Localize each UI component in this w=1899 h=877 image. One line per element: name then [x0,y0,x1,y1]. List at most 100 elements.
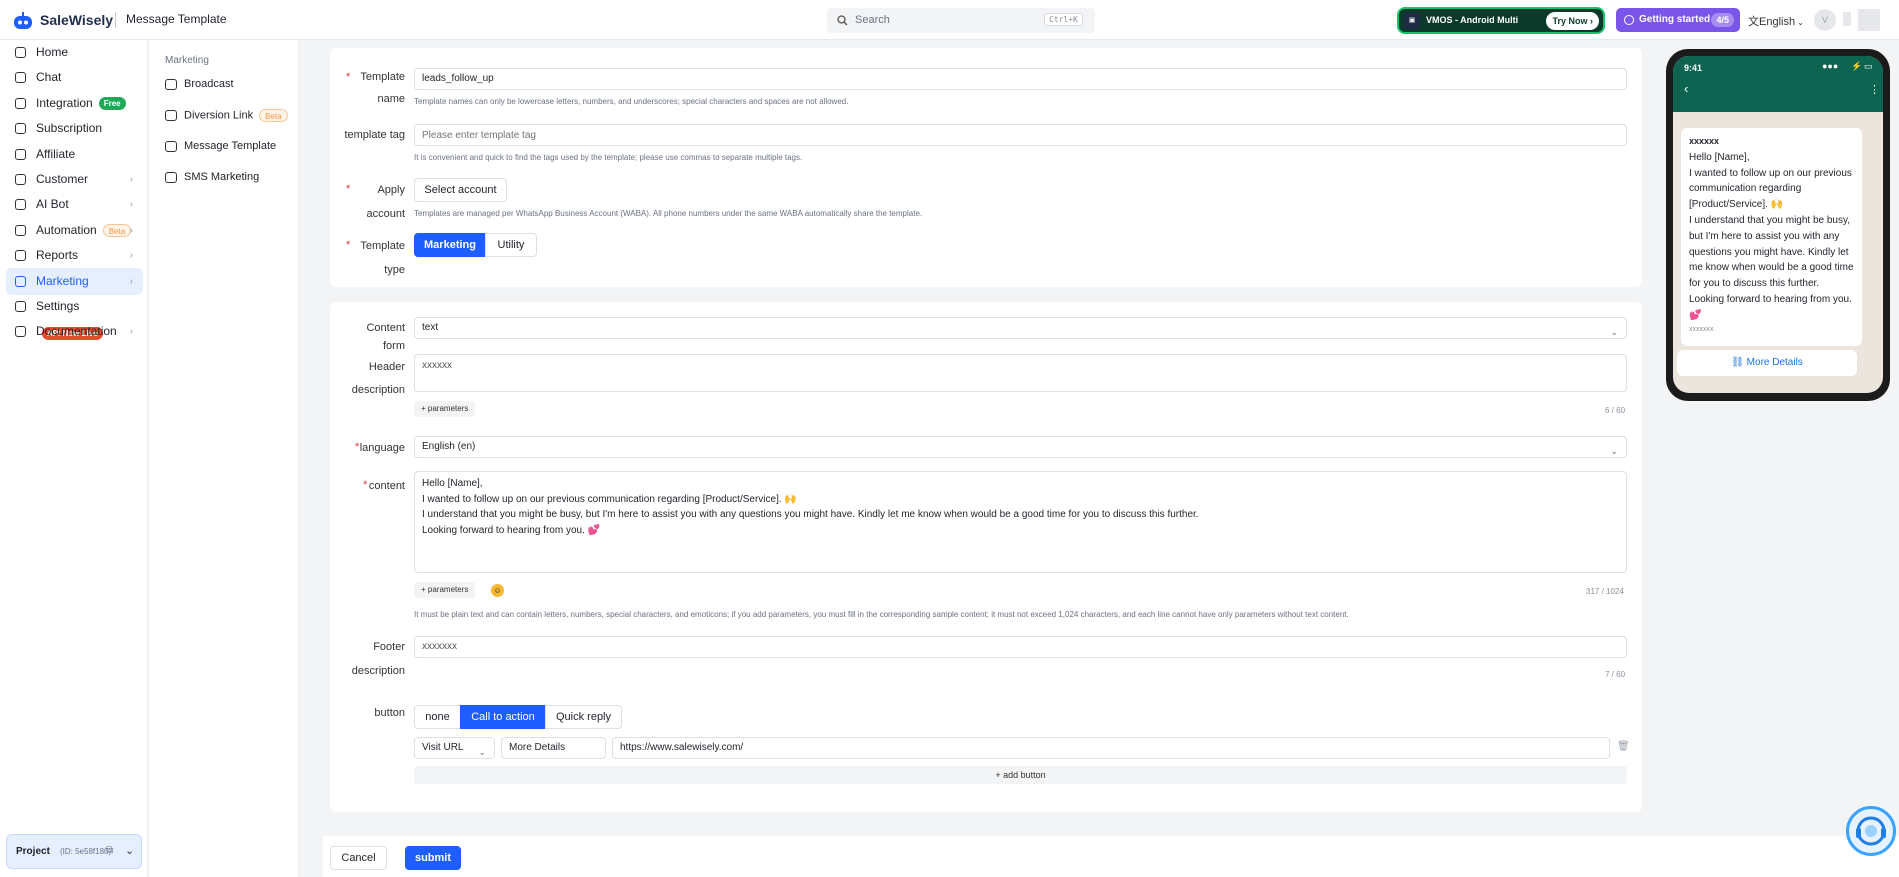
sidebar-item-ai-bot[interactable]: AI Bot › [6,191,143,218]
subnav-item-sms-marketing[interactable]: SMS Marketing [165,171,259,183]
template-tag-input[interactable] [414,124,1627,146]
content-parameters-button[interactable]: + parameters [414,582,476,598]
cancel-button[interactable]: Cancel [330,846,387,870]
preview-body: Hello [Name], I wanted to follow up on ou… [1689,150,1854,324]
preview-body-line: but I'm here to assist you with any [1689,230,1840,242]
button-call-to-action-option[interactable]: Call to action [460,705,546,729]
search-input[interactable]: Search Ctrl+K [827,8,1095,33]
submit-button[interactable]: submit [405,846,461,870]
subnav-heading: Marketing [165,55,209,66]
button-none-option[interactable]: none [414,705,461,729]
preview-body-line: Looking forward to hearing from you. [1689,293,1852,305]
delete-icon[interactable]: 🗑 [1617,741,1630,752]
message-bubble: xxxxxx Hello [Name], I wanted to follow u… [1681,128,1862,346]
chevron-right-icon: › [129,250,133,261]
template-name-input[interactable]: leads_follow_up [414,68,1627,90]
signal-icon: ●●● [1822,61,1839,71]
robot-logo-icon [14,12,32,29]
header-parameters-button[interactable]: + parameters [414,401,476,417]
header-description-label: Header description [351,361,405,396]
content-line: Hello [Name], [422,478,483,489]
form-action-bar [323,836,1899,877]
sidebar-item-marketing[interactable]: Marketing › [6,268,143,295]
promo-banner[interactable]: ▣ VMOS - Android Multi Try Now › [1397,7,1605,34]
divider [115,12,116,28]
broadcast-icon [165,78,177,90]
preview-body-line: I understand that you might be busy, [1689,214,1851,226]
subnav-item-diversion-link[interactable]: Diversion Link Beta [165,109,288,122]
add-button-button[interactable]: + add button [414,766,1627,784]
select-account-button[interactable]: Select account [414,178,507,202]
apply-account-label: Apply account [366,184,405,220]
sidebar-item-label: Home [36,45,69,59]
language-select[interactable]: English (en) ⌄ [414,436,1627,458]
content-textarea[interactable]: Hello [Name], I wanted to follow up on o… [414,471,1627,573]
cta-type-select[interactable]: Visit URL ⌄ [414,737,495,759]
search-shortcut: Ctrl+K [1044,13,1083,26]
integration-icon [15,98,26,109]
sidebar-item-customer[interactable]: Customer › [6,166,143,193]
preview-body-line: I wanted to follow up on our previous [1689,167,1852,179]
button-quick-reply-option[interactable]: Quick reply [545,705,622,729]
subnav-item-message-template[interactable]: Message Template [165,140,276,152]
vmos-logo-icon: ▣ [1404,13,1420,29]
sidebar-item-documentation[interactable]: Documentation › [6,318,143,345]
emoji-picker-icon[interactable]: ☺ [491,584,504,597]
marketing-subnav [149,40,299,877]
language-selector[interactable]: 文English ⌄ [1748,13,1804,29]
support-chat-icon[interactable] [1846,806,1896,856]
type-utility-option[interactable]: Utility [485,233,537,257]
sidebar-item-integration[interactable]: Integration Free [6,90,143,117]
project-selector[interactable]: Project (ID: 5e58f180) ⧉ ⌄ [6,834,142,869]
subnav-item-label: SMS Marketing [184,171,260,183]
footer-description-input[interactable]: xxxxxxx [414,636,1627,658]
promo-title: VMOS - Android Multi [1426,15,1519,25]
settings-icon [15,301,26,312]
translate-icon: 文 [1748,16,1759,28]
content-line: I wanted to follow up on our previous co… [422,493,797,505]
project-id: (ID: 5e58f180) [60,847,112,856]
try-now-button[interactable]: Try Now › [1546,12,1599,30]
back-arrow-icon: ‹ [1684,81,1689,96]
cta-text-input[interactable]: More Details [501,737,606,759]
account-image[interactable] [1858,9,1880,31]
ai-bot-icon [15,199,26,210]
brand-name[interactable]: SaleWisely [40,12,113,28]
account-name[interactable] [1843,12,1851,26]
language-label: language [359,442,405,454]
content-form-label: Content form [366,322,405,352]
sidebar-item-label: AI Bot [36,197,69,211]
chevron-right-icon: › [129,199,133,210]
battery-icon: ▭ [1864,61,1873,71]
button-label: button [374,707,405,719]
sidebar-item-affiliate[interactable]: Affiliate [6,141,143,168]
content-form-select[interactable]: text ⌄ [414,317,1627,339]
preview-body-line: Hello [Name], [1689,151,1750,163]
project-label: Project [16,846,50,857]
share-icon [165,110,177,121]
sidebar-item-automation[interactable]: Automation Beta › [6,217,143,244]
home-icon [15,47,26,58]
getting-started-button[interactable]: Getting started 4/5 [1616,8,1740,32]
sidebar-item-home[interactable]: Home [6,39,143,66]
more-vertical-icon: ⋮ [1869,84,1880,96]
sidebar-item-chat[interactable]: Chat [6,64,143,91]
subnav-item-broadcast[interactable]: Broadcast [165,78,234,90]
copy-icon[interactable]: ⧉ [106,845,113,856]
sidebar-item-label: Settings [36,299,80,313]
phone-preview: 9:41 ●●● ⚡ ▭ ‹ ⋮ xxxxxx Hello [Name], I w… [1666,49,1890,401]
sidebar-item-subscription[interactable]: Subscription [6,115,143,142]
chevron-down-icon: ⌄ [1610,446,1618,456]
subnav-badge: Beta [259,109,288,122]
chevron-down-icon[interactable]: ⌄ [125,844,134,857]
page-title: Message Template [126,12,227,26]
header-description-input[interactable]: xxxxxx [414,354,1627,392]
content-char-count: 317 / 1024 [1586,587,1624,596]
chevron-right-icon: › [129,174,133,185]
progress-badge: 4/5 [1711,13,1734,27]
cta-url-input[interactable]: https://www.salewisely.com/ [612,737,1610,759]
sidebar-item-settings[interactable]: SettingsAPI Now Live [6,293,143,341]
type-marketing-option[interactable]: Marketing [414,233,486,257]
sidebar-item-reports[interactable]: Reports › [6,242,143,269]
avatar[interactable]: V [1814,9,1836,31]
